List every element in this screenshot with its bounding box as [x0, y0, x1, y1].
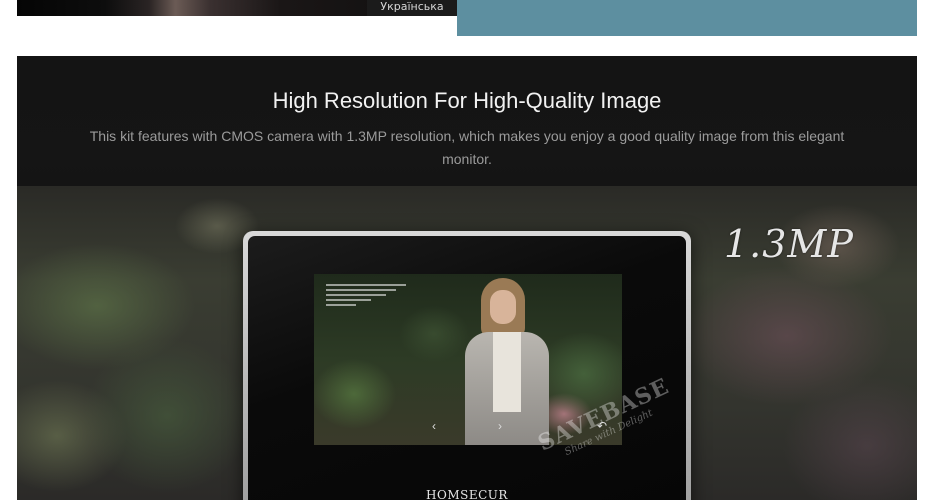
screen-osd-text: [326, 284, 406, 309]
resolution-badge: 1.3MP: [724, 222, 854, 266]
monitor-brand: HOMSECUR: [426, 488, 508, 500]
section-description: This kit features with CMOS camera with …: [89, 128, 845, 167]
monitor-face: ‹ › ↶ HOMSECUR: [248, 236, 686, 500]
top-image-strip: Українська: [17, 0, 457, 16]
section-title: High Resolution For High-Quality Image: [272, 88, 662, 113]
chevron-right-icon[interactable]: ›: [494, 420, 506, 432]
panel-header: High Resolution For High-Quality Image T…: [17, 56, 917, 186]
language-option[interactable]: Українська: [367, 0, 457, 16]
feature-panel: High Resolution For High-Quality Image T…: [17, 56, 917, 500]
top-accent-banner: [457, 0, 917, 36]
chevron-left-icon[interactable]: ‹: [428, 420, 440, 432]
camera-image-person: [459, 274, 559, 445]
indoor-monitor: ‹ › ↶ HOMSECUR: [243, 231, 691, 500]
